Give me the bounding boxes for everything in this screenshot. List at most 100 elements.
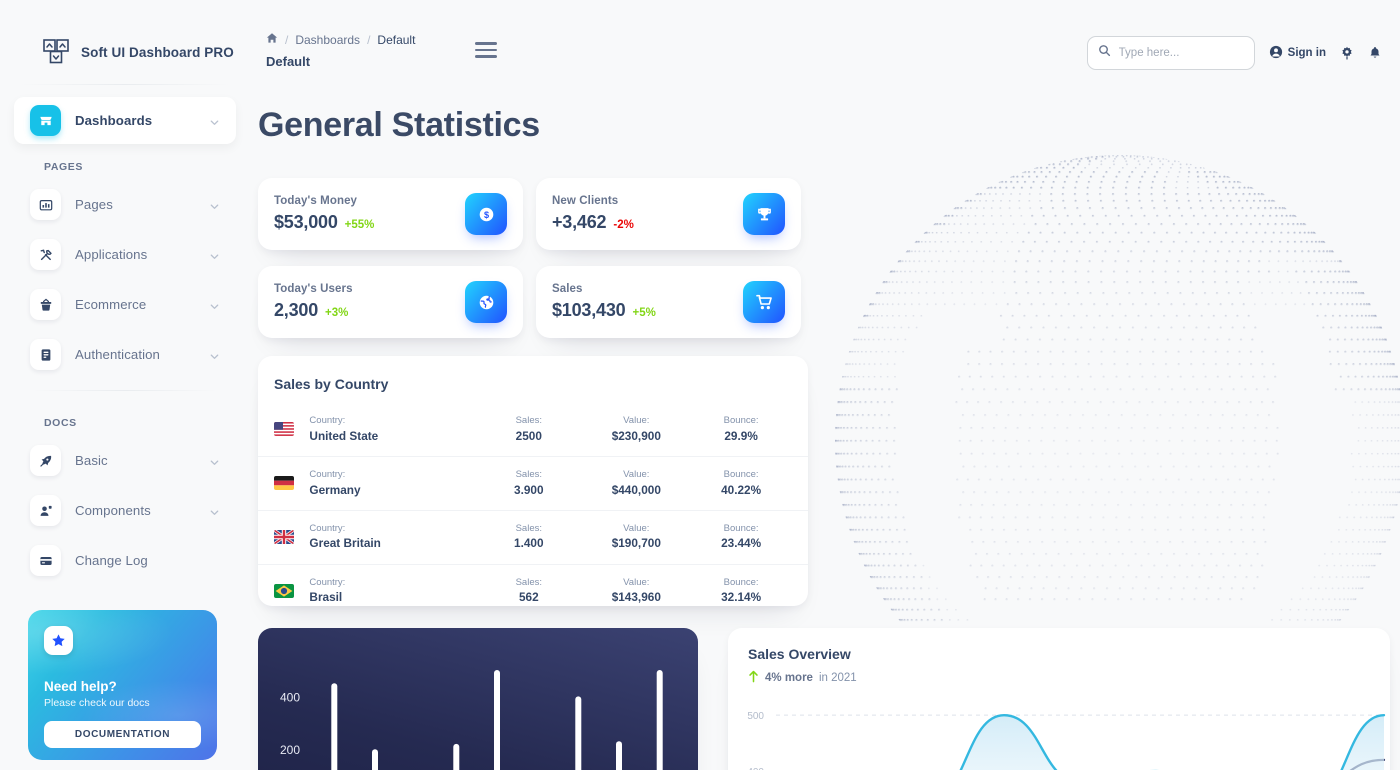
bounce-value: 29.9% bbox=[724, 428, 758, 443]
sales-value: 562 bbox=[518, 590, 539, 605]
value-label: Value: bbox=[623, 415, 650, 426]
flag-gb bbox=[274, 530, 294, 545]
sidebar-heading-docs: DOCS bbox=[44, 417, 77, 429]
value-label: Value: bbox=[623, 468, 650, 480]
stat-card-todays-users: Today's Users 2,300 +3% bbox=[258, 266, 523, 338]
chevron-down-icon bbox=[209, 505, 220, 516]
sidebar-item-label: Dashboards bbox=[75, 113, 153, 128]
soft-ui-logo-icon bbox=[42, 38, 70, 66]
sidebar-item-applications[interactable]: Applications bbox=[14, 231, 236, 278]
table-row[interactable]: Country: Great Britain Sales: 1.400 Valu… bbox=[258, 510, 808, 565]
sales-cell: Sales: 1.400 bbox=[475, 510, 583, 565]
bounce-value: 32.14% bbox=[721, 590, 762, 605]
home-icon[interactable] bbox=[266, 32, 278, 47]
sidebar-item-basic[interactable]: Basic bbox=[14, 437, 236, 484]
dashboard-page: Soft UI Dashboard PRO Dashboards PAGES P… bbox=[0, 0, 1400, 770]
sidebar-heading-pages: PAGES bbox=[44, 161, 83, 173]
sidebar-item-label: Pages bbox=[75, 197, 113, 212]
value-cell: Value: $440,000 bbox=[582, 456, 691, 511]
brand-name: Soft UI Dashboard PRO bbox=[81, 44, 234, 60]
country-cell: Country: Great Britain bbox=[309, 510, 476, 565]
sidebar-divider bbox=[32, 390, 218, 391]
tools-icon bbox=[30, 239, 61, 270]
bounce-cell: Bounce: 29.9% bbox=[690, 403, 808, 457]
svg-text:200: 200 bbox=[280, 743, 300, 757]
value-value: $190,700 bbox=[611, 536, 661, 551]
country-value: Great Britain bbox=[309, 536, 381, 551]
country-value: United State bbox=[309, 428, 379, 443]
sales-overview-trend: 4% more in 2021 bbox=[748, 670, 1370, 686]
chevron-down-icon bbox=[209, 455, 220, 466]
stat-card-todays-money: Today's Money $53,000 +55% $ bbox=[258, 178, 523, 250]
sales-label: Sales: bbox=[515, 576, 542, 588]
chart-bar-icon bbox=[30, 189, 61, 220]
documentation-button[interactable]: DOCUMENTATION bbox=[44, 721, 201, 748]
hamburger-icon[interactable] bbox=[475, 42, 497, 62]
arrow-up-icon bbox=[748, 670, 759, 686]
chevron-down-icon bbox=[209, 299, 220, 310]
country-cell: Country: United State bbox=[309, 403, 476, 457]
stat-label: New Clients bbox=[552, 195, 619, 207]
sidebar-nav: Dashboards PAGES Pages Applications Ecom… bbox=[0, 85, 250, 584]
user-circle-icon bbox=[1269, 45, 1283, 62]
search-input[interactable] bbox=[1118, 47, 1244, 59]
value-label: Value: bbox=[623, 576, 650, 588]
stat-delta: +3% bbox=[325, 307, 349, 319]
sidebar-item-ecommerce[interactable]: Ecommerce bbox=[14, 281, 236, 328]
trend-value: 4% more bbox=[765, 672, 813, 684]
value-cell: Value: $230,900 bbox=[582, 403, 691, 457]
sidebar-item-dashboards[interactable]: Dashboards bbox=[14, 97, 236, 144]
sales-cell: Sales: 3.900 bbox=[475, 456, 583, 511]
stat-label: Today's Users bbox=[274, 283, 353, 295]
topbar: / Dashboards / Default Default Type here… bbox=[250, 0, 1400, 92]
bounce-cell: Bounce: 40.22% bbox=[690, 456, 808, 511]
basket-icon bbox=[30, 289, 61, 320]
chevron-down-icon bbox=[209, 115, 220, 126]
sign-in-button[interactable]: Sign in bbox=[1269, 45, 1326, 62]
stat-value: +3,462 bbox=[552, 212, 607, 232]
country-flag-cell bbox=[258, 456, 310, 511]
table-row[interactable]: Country: United State Sales: 2500 Value:… bbox=[258, 403, 808, 457]
search-box[interactable] bbox=[1086, 36, 1255, 70]
country-flag-cell bbox=[258, 564, 309, 606]
gear-icon[interactable] bbox=[1340, 46, 1354, 60]
country-flag-cell bbox=[258, 403, 310, 457]
breadcrumb: / Dashboards / Default bbox=[266, 32, 415, 47]
topbar-actions: Sign in bbox=[1086, 36, 1382, 70]
country-cell: Country: Brasil bbox=[309, 564, 475, 606]
bounce-cell: Bounce: 32.14% bbox=[690, 564, 808, 606]
stat-delta: -2% bbox=[613, 219, 634, 231]
bell-icon[interactable] bbox=[1368, 46, 1382, 60]
sales-overview-card: Sales Overview 4% more in 2021 400500 bbox=[728, 628, 1390, 770]
table-row[interactable]: Country: Germany Sales: 3.900 Value: $44… bbox=[258, 456, 808, 511]
chevron-down-icon bbox=[209, 199, 220, 210]
country-label: Country: bbox=[309, 522, 346, 534]
brand[interactable]: Soft UI Dashboard PRO bbox=[0, 0, 250, 74]
help-card-subtitle: Please check our docs bbox=[44, 697, 150, 709]
sales-label: Sales: bbox=[515, 468, 542, 480]
stat-value: $53,000 bbox=[274, 212, 338, 232]
document-icon bbox=[30, 339, 61, 370]
shop-icon bbox=[30, 105, 61, 136]
breadcrumb-item-dashboards[interactable]: Dashboards bbox=[295, 33, 360, 47]
breadcrumb-separator: / bbox=[367, 32, 371, 47]
sales-cell: Sales: 2500 bbox=[475, 403, 583, 457]
sidebar-item-pages[interactable]: Pages bbox=[14, 181, 236, 228]
badge-icon bbox=[30, 495, 61, 526]
sidebar-item-label: Change Log bbox=[75, 553, 148, 568]
stat-delta: +5% bbox=[632, 307, 656, 319]
value-cell: Value: $190,700 bbox=[582, 510, 691, 565]
dollar-icon: $ bbox=[465, 193, 507, 235]
stat-value: $103,430 bbox=[552, 300, 626, 320]
bounce-label: Bounce: bbox=[723, 522, 759, 534]
sidebar-item-authentication[interactable]: Authentication bbox=[14, 331, 236, 378]
help-card: Need help? Please check our docs DOCUMEN… bbox=[28, 610, 217, 760]
sidebar-item-label: Ecommerce bbox=[75, 297, 147, 312]
table-row[interactable]: Country: Brasil Sales: 562 Value: $143,9… bbox=[258, 564, 808, 606]
stat-label: Sales bbox=[552, 283, 583, 295]
sidebar-item-components[interactable]: Components bbox=[14, 487, 236, 534]
sidebar-item-label: Authentication bbox=[75, 347, 160, 362]
sales-cell: Sales: 562 bbox=[475, 564, 582, 606]
sidebar-item-change-log[interactable]: Change Log bbox=[14, 537, 236, 584]
value-value: $440,000 bbox=[611, 482, 661, 497]
